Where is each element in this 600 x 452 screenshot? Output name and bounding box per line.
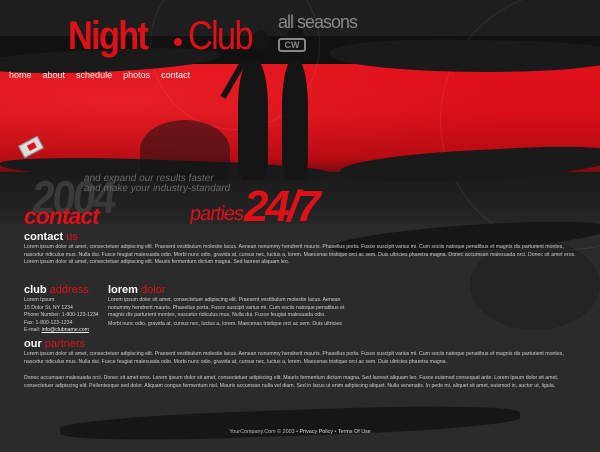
club-address-heading-red: address <box>49 284 89 296</box>
address-line: Fax: 1-800-123-1234 <box>24 319 73 326</box>
nav-home[interactable]: home <box>9 70 36 80</box>
logo-badge: CW <box>278 38 306 52</box>
contact-us-heading: contact us <box>24 231 78 243</box>
nav-schedule[interactable]: schedule <box>76 70 116 80</box>
contact-us-heading-white: contact <box>24 231 64 243</box>
footer-separator: • <box>334 429 337 435</box>
club-address-block: Lorem Ipsum 15 Dolor St, NY 1234 Phone N… <box>24 297 108 335</box>
lorem-dolor-heading-white: lorem <box>108 284 138 296</box>
our-partners-heading: our partners <box>24 338 85 350</box>
hero-slogan-line2: and make your industry-standard <box>83 183 231 194</box>
dancer-silhouette <box>282 60 308 180</box>
nav-photos[interactable]: photos <box>123 70 154 80</box>
our-partners-text2: Donec accumsan malesuada orci. Donec sit… <box>24 375 559 389</box>
our-partners-heading-white: our <box>24 338 42 350</box>
privacy-policy-link[interactable]: Privacy Policy <box>299 429 333 435</box>
hero-parties-word: parties <box>188 203 245 225</box>
crowd-silhouette <box>140 120 230 180</box>
club-address-heading: club address <box>24 284 89 296</box>
lorem-dolor-text1: Lorem ipsum dolor sit amet, consectetuer… <box>108 297 345 319</box>
lorem-dolor-heading: lorem dolor <box>108 284 166 296</box>
logo-dot-icon <box>174 38 182 46</box>
email-line: E-mail: info@clubname.com <box>24 327 108 335</box>
footer-copyright: YourCompany.Com © 2003 • <box>229 429 298 435</box>
email-link[interactable]: info@clubname.com <box>42 327 89 333</box>
dancer-silhouette-head <box>252 30 270 52</box>
club-address-heading-white: club <box>24 284 47 296</box>
our-partners-text1: Lorem ipsum dolor sit amet, consectetuer… <box>24 351 564 365</box>
address-line: Phone Number: 1-800-123-1234 <box>24 312 99 319</box>
nav-contact[interactable]: contact <box>161 70 194 80</box>
main-nav: home about schedule photos contact <box>9 70 201 80</box>
nav-about[interactable]: about <box>43 70 70 80</box>
hero-number: 24/7 <box>244 182 321 231</box>
logo-club: Club <box>188 14 254 58</box>
contact-us-heading-red: us <box>66 231 78 243</box>
page: Night Club all seasons CW home about sch… <box>0 0 600 452</box>
address-line: Lorem Ipsum <box>24 297 55 303</box>
terms-of-use-link[interactable]: Terms Of Use <box>338 429 371 435</box>
email-label: E-mail: <box>24 327 41 334</box>
dancer-silhouette <box>238 60 268 180</box>
brush-splat <box>59 401 521 445</box>
logo-night: Night <box>68 14 149 58</box>
address-line: 15 Dolor St, NY 1234 <box>24 304 73 311</box>
hero-slogan-line1: and expand our results faster <box>83 173 215 184</box>
our-partners-heading-red: partners <box>44 338 86 350</box>
lorem-dolor-heading-red: dolor <box>141 284 166 296</box>
contact-us-text: Lorem ipsum dolor sit amet, consectetuer… <box>24 244 576 266</box>
footer: YourCompany.Com © 2003 • Privacy Policy … <box>0 429 600 435</box>
lorem-dolor-text2: Morbi nunc odio, gravida at, cursus nec,… <box>108 321 342 327</box>
hero-contact-word: contact <box>24 203 100 229</box>
logo-tagline: all seasons <box>278 12 358 32</box>
